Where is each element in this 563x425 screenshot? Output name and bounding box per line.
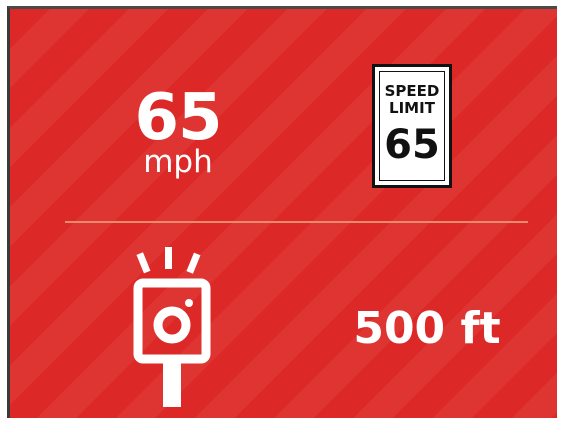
camera-flash-ray-center: [165, 247, 172, 269]
speed-limit-value: 65: [384, 122, 440, 168]
divider: [65, 221, 528, 223]
camera-pole: [163, 359, 181, 407]
current-speed-value: 65: [134, 81, 222, 155]
speed-limit-sign: SPEED LIMIT 65: [372, 64, 452, 188]
speed-limit-sign-border: SPEED LIMIT 65: [379, 71, 445, 181]
camera-flash-dot: [185, 299, 193, 307]
camera-flash-ray-right: [186, 252, 201, 274]
camera-flash-ray-left: [136, 252, 151, 274]
camera-distance: 500 ft: [353, 303, 501, 354]
speed-limit-label-speed: SPEED: [384, 82, 440, 100]
camera-lens: [153, 306, 191, 344]
camera-body: [133, 278, 211, 364]
speed-camera-icon: [133, 247, 211, 407]
device-frame: 65 mph SPEED LIMIT 65 500 ft: [0, 0, 563, 425]
current-speed: 65 mph: [118, 81, 238, 178]
speed-limit-label-limit: LIMIT: [389, 99, 435, 117]
speed-camera-alert-screen: 65 mph SPEED LIMIT 65 500 ft: [7, 6, 557, 418]
